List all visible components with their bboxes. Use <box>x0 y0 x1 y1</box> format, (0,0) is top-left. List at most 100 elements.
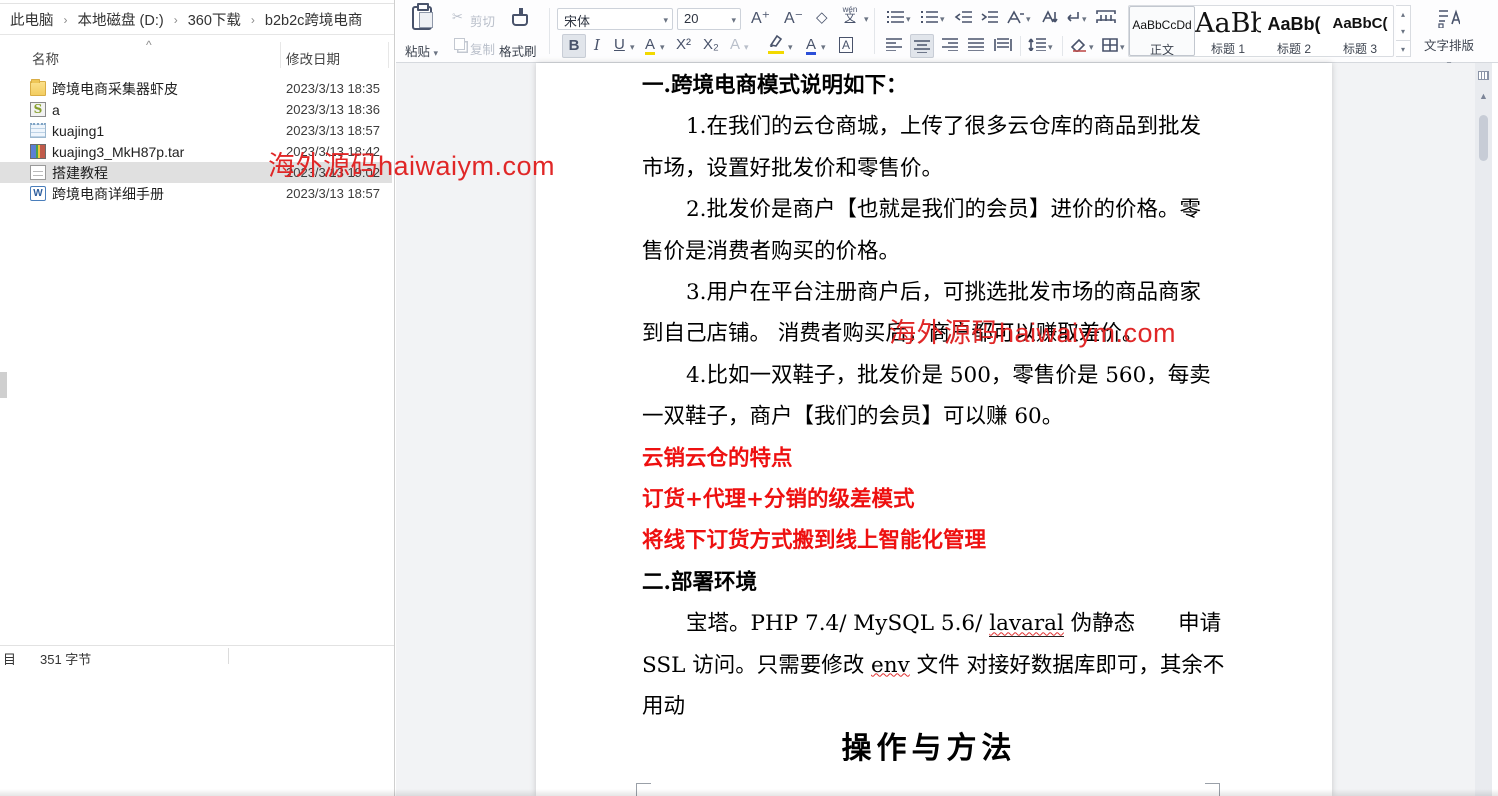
scrollbar-thumb[interactable] <box>1479 115 1488 161</box>
style-heading-1[interactable]: AaBb 标题 1 <box>1195 6 1261 56</box>
wrap-mark-dropdown[interactable]: ▾ <box>1082 14 1087 25</box>
align-center-icon[interactable] <box>910 34 934 58</box>
breadcrumb-local-disk-d[interactable]: 本地磁盘 (D:) <box>74 7 168 32</box>
notepad-file-icon <box>30 123 46 138</box>
group-divider <box>1020 36 1021 56</box>
shading-icon[interactable] <box>1070 38 1087 56</box>
style-normal[interactable]: AaBbCcDd 正文 <box>1129 6 1195 56</box>
decrease-indent-icon[interactable] <box>954 10 972 28</box>
bold-button[interactable]: B <box>562 34 586 58</box>
divider <box>0 3 394 4</box>
file-row[interactable]: W 跨境电商详细手册 2023/3/13 18:57 <box>0 183 392 204</box>
copy-icon <box>454 38 465 50</box>
line-spacing-icon[interactable] <box>1028 38 1046 55</box>
borders-dropdown[interactable]: ▾ <box>1120 42 1125 53</box>
pinyin-dropdown[interactable]: ▾ <box>864 14 869 25</box>
status-bar: 目 351 字节 <box>0 645 394 665</box>
column-divider[interactable] <box>388 42 389 68</box>
document-area: 一.跨境电商模式说明如下： 1.在我们的云仓商城，上传了很多云仓库的商品到批发 … <box>396 63 1498 796</box>
doc-line: 3.用户在平台注册商户后，可挑选批发市场的商品商家 <box>642 272 1216 313</box>
char-shading-dropdown[interactable]: ▾ <box>660 42 665 53</box>
file-row[interactable]: kuajing1 2023/3/13 18:57 <box>0 120 392 141</box>
smart-format-dropdown[interactable]: ▾ <box>1026 14 1031 25</box>
window-edge <box>1492 63 1498 796</box>
format-painter-button[interactable]: 格式刷 <box>499 41 537 60</box>
file-name: 跨境电商采集器虾皮 <box>52 79 178 99</box>
column-header-name[interactable]: 名称 <box>32 48 59 68</box>
increase-indent-icon[interactable] <box>980 10 998 28</box>
doc-line: 售价是消费者购买的价格。 <box>642 231 1216 272</box>
style-heading-2[interactable]: AaBb( 标题 2 <box>1261 6 1327 56</box>
character-border-button[interactable]: A <box>839 37 853 53</box>
numbered-list-dropdown[interactable]: ▾ <box>940 14 945 25</box>
text-layout-button[interactable]: 文字排版 ▾ <box>1418 4 1480 60</box>
font-name-select[interactable]: 宋体▾ <box>557 8 673 30</box>
breadcrumb: 此电脑 › 本地磁盘 (D:) › 360下载 › b2b2c跨境电商 <box>0 5 394 35</box>
cut-scissors-icon: ✂ <box>452 9 463 25</box>
group-divider <box>549 8 550 54</box>
file-name: 跨境电商详细手册 <box>52 184 164 204</box>
text-effects-button[interactable]: A <box>730 36 740 53</box>
document-content: 一.跨境电商模式说明如下： 1.在我们的云仓商城，上传了很多云仓库的商品到批发 … <box>642 65 1216 769</box>
italic-button[interactable]: I <box>594 36 600 54</box>
char-shading-button[interactable]: A <box>645 36 655 55</box>
wrap-mark-icon[interactable] <box>1064 10 1080 28</box>
highlight-dropdown[interactable]: ▾ <box>788 42 793 53</box>
font-size-select[interactable]: 20▾ <box>677 8 741 30</box>
align-right-icon[interactable] <box>942 38 958 55</box>
character-scale-icon[interactable] <box>1096 10 1116 28</box>
sort-ascending-icon[interactable]: ^ <box>146 38 152 52</box>
shading-dropdown[interactable]: ▾ <box>1089 42 1094 53</box>
bullet-list-dropdown[interactable]: ▾ <box>906 14 911 25</box>
underline-dropdown[interactable]: ▾ <box>630 42 635 53</box>
font-color-button[interactable]: A <box>806 36 816 55</box>
text-file-icon <box>30 165 46 180</box>
document-scrollbar[interactable]: ▲ <box>1475 63 1492 796</box>
doc-heading: 一.跨境电商模式说明如下： <box>642 65 1216 106</box>
style-scroll-down-icon[interactable]: ▾ <box>1396 23 1410 40</box>
subscript-button[interactable]: X₂ <box>703 36 719 53</box>
text-effects-dropdown[interactable]: ▾ <box>744 42 749 53</box>
style-gallery: AaBbCcDd 正文 AaBb 标题 1 AaBb( 标题 2 AaBbC( … <box>1128 5 1394 57</box>
clear-format-eraser-icon[interactable]: ◇ <box>816 8 828 26</box>
scrollbar-thumb[interactable] <box>0 372 7 398</box>
superscript-button[interactable]: X² <box>676 36 691 53</box>
cut-button[interactable]: 剪切 <box>470 11 495 30</box>
scroll-up-icon[interactable]: ▲ <box>1475 91 1492 101</box>
doc-heading: 二.部署环境 <box>642 562 1216 603</box>
justify-icon[interactable] <box>968 38 984 55</box>
style-gallery-scroll: ▴ ▾ ▾ <box>1396 5 1411 57</box>
ruler-toggle-icon[interactable] <box>1478 71 1489 80</box>
copy-button[interactable]: 复制 <box>470 39 495 58</box>
align-left-icon[interactable] <box>886 38 902 55</box>
highlight-color-button[interactable] <box>768 34 784 54</box>
column-header-date-modified[interactable]: 修改日期 <box>286 48 340 68</box>
breadcrumb-360-download[interactable]: 360下载 <box>184 7 245 32</box>
format-painter-brush-icon <box>512 14 528 26</box>
distribute-icon[interactable] <box>994 38 1012 55</box>
numbered-list-icon[interactable] <box>920 10 938 28</box>
chevron-right-icon: › <box>58 13 74 27</box>
font-color-dropdown[interactable]: ▾ <box>821 42 826 53</box>
borders-icon[interactable] <box>1102 38 1118 56</box>
pinyin-guide-button[interactable]: wén 文 <box>840 6 860 23</box>
style-heading-3[interactable]: AaBbC( 标题 3 <box>1327 6 1393 56</box>
column-divider[interactable] <box>280 42 281 68</box>
style-scroll-up-icon[interactable]: ▴ <box>1396 6 1410 23</box>
breadcrumb-this-pc[interactable]: 此电脑 <box>6 7 58 32</box>
paste-button[interactable]: 粘贴 ▾ <box>405 41 438 60</box>
line-spacing-dropdown[interactable]: ▾ <box>1048 42 1053 53</box>
file-row[interactable]: S a 2023/3/13 18:36 <box>0 99 392 120</box>
shrink-font-button[interactable]: A⁻ <box>784 8 803 28</box>
breadcrumb-current-folder[interactable]: b2b2c跨境电商 <box>261 7 367 32</box>
grow-font-button[interactable]: A⁺ <box>751 8 770 28</box>
ribbon-toolbar: 粘贴 ▾ ✂ 剪切 复制 格式刷 宋体▾ 20▾ A⁺ A⁻ ◇ wén 文 ▾… <box>396 0 1498 63</box>
style-gallery-more-icon[interactable]: ▾ <box>1396 40 1410 57</box>
underline-button[interactable]: U <box>614 36 625 53</box>
document-page[interactable]: 一.跨境电商模式说明如下： 1.在我们的云仓商城，上传了很多云仓库的商品到批发 … <box>536 63 1332 796</box>
smart-format-icon[interactable] <box>1006 10 1024 28</box>
bullet-list-icon[interactable] <box>886 10 904 28</box>
text-direction-icon[interactable] <box>1040 10 1058 28</box>
text-layout-icon <box>1438 8 1460 28</box>
file-row[interactable]: 跨境电商采集器虾皮 2023/3/13 18:35 <box>0 78 392 99</box>
